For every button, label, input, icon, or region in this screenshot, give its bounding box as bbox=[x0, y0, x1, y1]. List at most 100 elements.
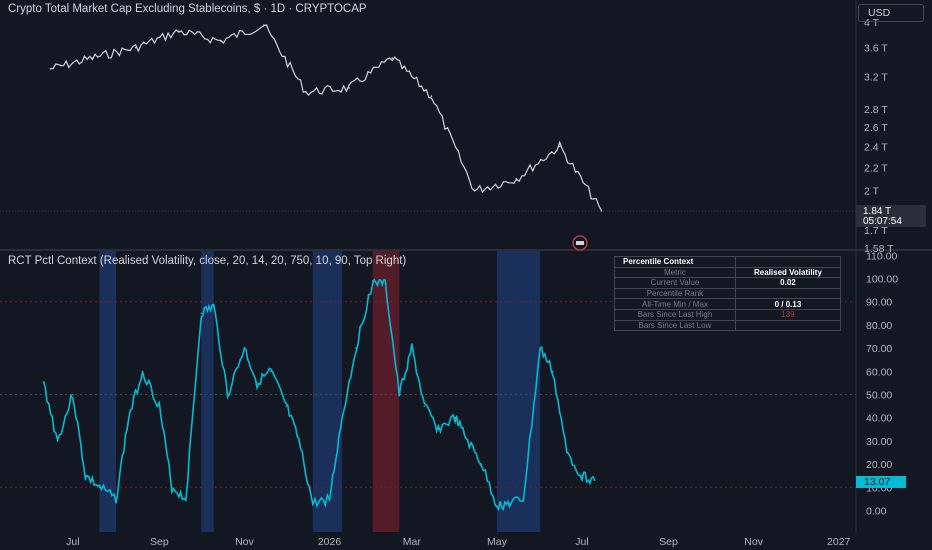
last-price-tag: 1.84 T 05:07:54 bbox=[856, 205, 926, 227]
chart-title: Crypto Total Market Cap Excluding Stable… bbox=[8, 3, 367, 15]
table-row: Metric Realised Volatility bbox=[614, 266, 842, 279]
percentile-point bbox=[480, 463, 483, 465]
percentile-point bbox=[285, 405, 288, 407]
indicator-axis-label: 80.00 bbox=[866, 320, 892, 332]
row-value: Realised Volatility bbox=[734, 266, 842, 279]
percentile-point bbox=[371, 280, 374, 282]
row-value bbox=[734, 319, 842, 332]
percentile-point bbox=[141, 370, 144, 373]
percentile-point bbox=[539, 347, 541, 349]
percentile-point bbox=[298, 440, 300, 442]
percentile-point bbox=[42, 382, 45, 384]
bar-countdown: 05:07:54 bbox=[863, 216, 902, 227]
regime-band bbox=[312, 251, 343, 532]
indicator-title[interactable]: RCT Pctl Context (Realised Volatility, c… bbox=[8, 255, 406, 267]
percentile-point bbox=[256, 382, 258, 384]
time-axis-label: Jul bbox=[66, 536, 79, 548]
event-marker-icon[interactable] bbox=[572, 235, 588, 251]
time-axis: Jul Sep Nov 2026 Mar May Jul Sep Nov 2027 bbox=[66, 536, 850, 548]
time-axis-label: May bbox=[487, 536, 508, 548]
price-axis-label: 2.8 T bbox=[864, 104, 888, 116]
percentile-point bbox=[496, 505, 498, 507]
time-axis-label: Nov bbox=[235, 536, 254, 548]
percentile-point bbox=[384, 282, 387, 284]
percentile-point bbox=[212, 305, 215, 308]
row-label: Percentile Rank bbox=[614, 287, 736, 300]
price-point bbox=[600, 210, 603, 212]
indicator-current-tag: 13.07 bbox=[856, 476, 906, 488]
percentile-point bbox=[115, 498, 117, 500]
indicator-axis-label: 0.00 bbox=[866, 506, 887, 518]
price-axis-label: 3.6 T bbox=[864, 43, 888, 55]
percentile-point bbox=[593, 479, 596, 481]
price-point bbox=[305, 91, 307, 93]
currency-button[interactable]: USD bbox=[858, 4, 924, 22]
row-label: Metric bbox=[614, 266, 736, 279]
table-row: All-Time Min / Max 0 / 0.13 bbox=[614, 298, 842, 310]
percentile-point bbox=[171, 486, 173, 489]
indicator-axis-label: 20.00 bbox=[866, 459, 892, 471]
percentile-context-table: Percentile Context Metric Realised Volat… bbox=[614, 256, 842, 332]
price-axis-label: 2 T bbox=[864, 186, 880, 198]
price-point bbox=[49, 68, 52, 70]
price-point bbox=[134, 46, 137, 49]
percentile-point bbox=[72, 393, 74, 396]
percentile-point bbox=[200, 312, 202, 315]
indicator-axis-label: 50.00 bbox=[866, 390, 892, 402]
price-point bbox=[178, 30, 180, 33]
percentile-point bbox=[411, 347, 413, 349]
row-label: All-Time Min / Max bbox=[614, 298, 736, 310]
percentile-point bbox=[466, 440, 469, 442]
time-axis-label: Sep bbox=[150, 536, 169, 548]
percentile-point bbox=[522, 498, 525, 500]
table-row: Bars Since Last Low bbox=[614, 319, 842, 332]
price-point bbox=[430, 95, 433, 97]
price-point bbox=[473, 189, 476, 192]
regime-band bbox=[496, 251, 541, 532]
price-point bbox=[263, 24, 265, 26]
time-axis-label: 2026 bbox=[318, 536, 342, 548]
percentile-point bbox=[56, 440, 59, 442]
percentile-point bbox=[98, 486, 101, 489]
indicator-axis-label: 100.00 bbox=[866, 274, 898, 286]
indicator-axis-label: 90.00 bbox=[866, 297, 892, 309]
percentile-point bbox=[127, 416, 130, 419]
percentile-point bbox=[437, 428, 440, 431]
table-row: Current Value 0.02 bbox=[614, 277, 842, 289]
price-axis-label: 2.2 T bbox=[864, 162, 888, 174]
price-point bbox=[391, 57, 394, 59]
row-label: Bars Since Last High bbox=[614, 308, 736, 321]
percentile-point bbox=[341, 416, 343, 419]
percentile-point bbox=[270, 370, 272, 373]
percentile-point bbox=[243, 347, 246, 349]
percentile-point bbox=[565, 451, 568, 454]
indicator-axis-label: 110.00 bbox=[866, 250, 897, 262]
table-row: Bars Since Last High 139 bbox=[614, 308, 842, 321]
time-axis-label: Sep bbox=[659, 536, 678, 548]
row-value: 0 / 0.13 bbox=[734, 298, 842, 310]
time-axis-label: Mar bbox=[403, 536, 422, 548]
row-label: Current Value bbox=[614, 277, 736, 289]
percentile-point bbox=[398, 393, 401, 396]
row-value: 139 bbox=[734, 308, 842, 321]
percentile-point bbox=[84, 474, 87, 477]
indicator-axis-label: 40.00 bbox=[866, 413, 892, 425]
indicator-axis-label: 60.00 bbox=[866, 366, 892, 378]
time-axis-label: 2027 bbox=[827, 536, 851, 548]
price-axis-label: 3.2 T bbox=[864, 71, 888, 83]
percentile-point bbox=[454, 416, 456, 419]
percentile-point bbox=[508, 502, 511, 505]
table-row: Percentile Rank bbox=[614, 287, 842, 300]
percentile-point bbox=[226, 393, 229, 396]
row-value bbox=[734, 287, 842, 300]
price-point bbox=[219, 40, 222, 42]
indicator-axis-label: 70.00 bbox=[866, 343, 892, 355]
time-axis-label: Nov bbox=[744, 536, 763, 548]
percentile-point bbox=[551, 370, 554, 373]
percentile-point bbox=[423, 405, 426, 407]
time-axis-label: Jul bbox=[575, 536, 588, 548]
table-header: Percentile Context bbox=[614, 256, 736, 268]
indicator-axis-label: 30.00 bbox=[866, 436, 892, 448]
table-header-row: Percentile Context bbox=[614, 256, 842, 268]
price-point bbox=[91, 57, 94, 59]
